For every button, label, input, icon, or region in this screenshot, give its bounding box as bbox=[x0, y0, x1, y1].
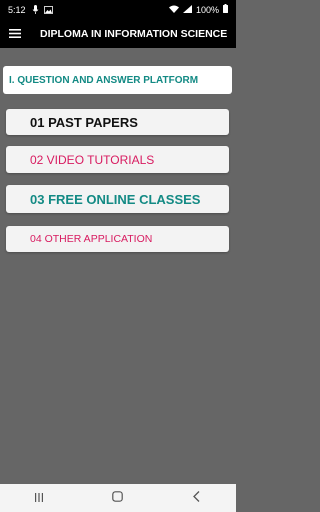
battery-icon bbox=[223, 4, 228, 15]
other-application-label: 04 OTHER APPLICATION bbox=[30, 233, 153, 245]
hamburger-menu-icon bbox=[9, 25, 21, 43]
mic-icon bbox=[32, 5, 39, 14]
past-papers-label: 01 PAST PAPERS bbox=[30, 114, 138, 130]
system-nav-bar bbox=[0, 484, 236, 512]
app-title: DIPLOMA IN INFORMATION SCIENCE bbox=[40, 27, 228, 40]
free-online-classes-label: 03 FREE ONLINE CLASSES bbox=[30, 191, 201, 207]
battery-percent: 100% bbox=[195, 4, 219, 15]
menu-button[interactable] bbox=[0, 19, 30, 48]
video-tutorials-button[interactable]: 02 VIDEO TUTORIALS bbox=[6, 146, 229, 173]
section-header: I. QUESTION AND ANSWER PLATFORM bbox=[3, 66, 232, 94]
section-header-label: I. QUESTION AND ANSWER PLATFORM bbox=[9, 74, 199, 86]
free-online-classes-button[interactable]: 03 FREE ONLINE CLASSES bbox=[6, 185, 229, 213]
home-icon bbox=[112, 489, 124, 507]
video-tutorials-label: 02 VIDEO TUTORIALS bbox=[30, 152, 155, 167]
status-time: 5:12 bbox=[8, 4, 26, 15]
home-button[interactable] bbox=[98, 484, 138, 512]
status-bar: 5:12 100% bbox=[0, 0, 236, 19]
other-application-button[interactable]: 04 OTHER APPLICATION bbox=[6, 226, 229, 252]
signal-icon bbox=[182, 4, 192, 15]
wifi-icon bbox=[168, 5, 179, 15]
recent-apps-icon bbox=[34, 489, 44, 507]
app-bar: DIPLOMA IN INFORMATION SCIENCE bbox=[0, 19, 236, 48]
back-button[interactable] bbox=[177, 484, 217, 512]
recent-apps-button[interactable] bbox=[19, 484, 59, 512]
gallery-icon bbox=[43, 5, 53, 14]
past-papers-button[interactable]: 01 PAST PAPERS bbox=[6, 109, 229, 135]
back-icon bbox=[193, 489, 200, 507]
